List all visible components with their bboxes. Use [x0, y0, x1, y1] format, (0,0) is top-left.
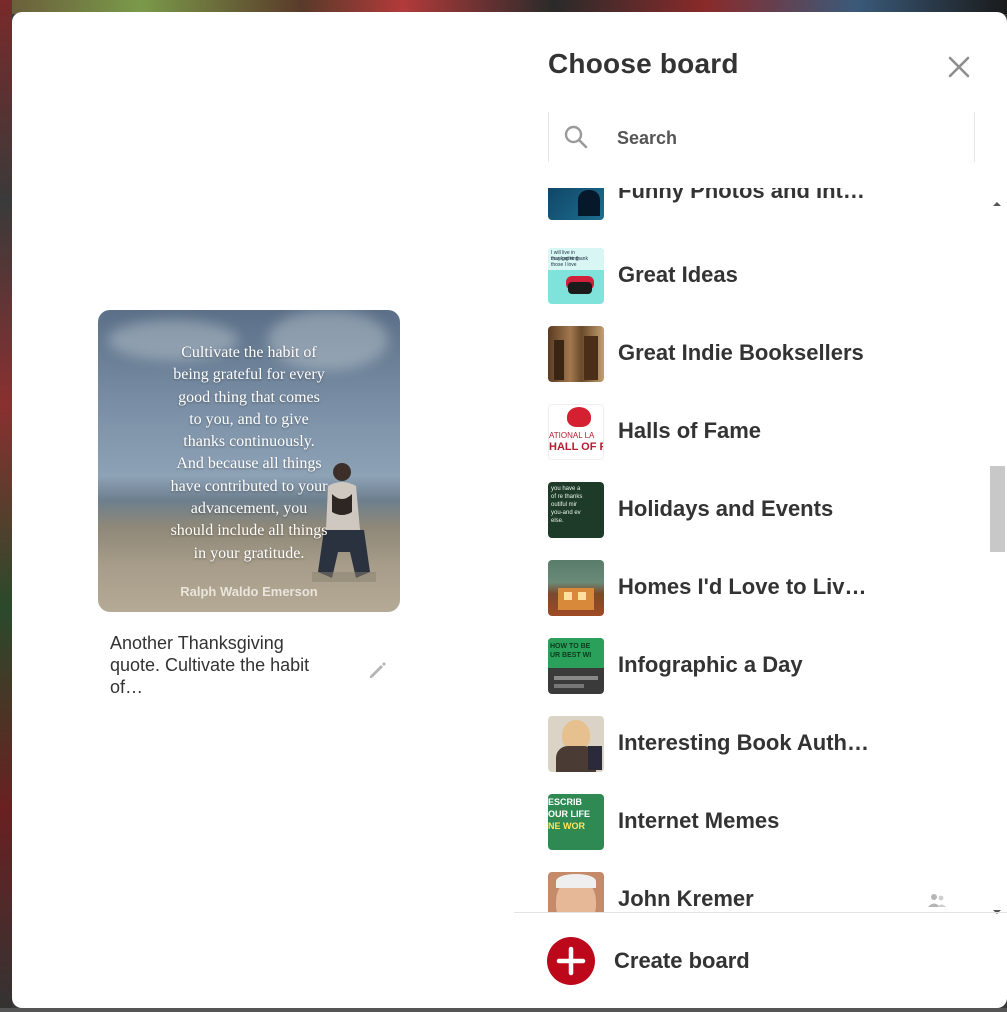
- board-name: Internet Memes: [618, 808, 780, 833]
- scroll-thumb[interactable]: [990, 466, 1005, 552]
- board-thumbnail: ATIONAL LA HALL OF F: [548, 404, 604, 460]
- board-list-scrollbar[interactable]: [988, 196, 1006, 920]
- board-item[interactable]: ATIONAL LA HALL OF F Halls of Fame: [548, 404, 968, 460]
- create-board-button[interactable]: Create board: [546, 936, 846, 988]
- board-name: Great Ideas: [618, 262, 738, 287]
- pin-image: Cultivate the habit of being grateful fo…: [98, 310, 400, 612]
- board-name: Homes I'd Love to Liv…: [618, 574, 867, 599]
- board-item[interactable]: I will live in thanksgiving may get to t…: [548, 248, 968, 304]
- search-input[interactable]: [615, 124, 949, 152]
- board-thumbnail: [548, 326, 604, 382]
- board-name: Great Indie Booksellers: [618, 340, 864, 365]
- board-thumbnail: you have a of re thanks outiful mir you-…: [548, 482, 604, 538]
- board-item[interactable]: HOW TO BE UR BEST WI Infographic a Day: [548, 638, 968, 694]
- board-name: Halls of Fame: [618, 418, 762, 443]
- background-left-edge: [0, 0, 12, 1012]
- footer-divider: [514, 912, 1007, 913]
- board-thumbnail: [548, 188, 604, 220]
- board-name: Holidays and Events: [618, 496, 834, 521]
- choose-board-dialog: Cultivate the habit of being grateful fo…: [12, 12, 1007, 1008]
- board-thumbnail: I will live in thanksgiving may get to t…: [548, 248, 604, 304]
- dialog-title: Choose board: [548, 48, 739, 79]
- board-name: Infographic a Day: [618, 652, 803, 677]
- board-thumbnail: ESCRIB OUR LIFE NE WOR: [548, 794, 604, 850]
- background-bottom-edge: [0, 1008, 1007, 1012]
- board-item[interactable]: ESCRIB OUR LIFE NE WOR Internet Memes: [548, 794, 968, 850]
- pin-description[interactable]: Another Thanksgiving quote. Cultivate th…: [110, 632, 350, 698]
- board-item[interactable]: Homes I'd Love to Liv…: [548, 560, 968, 616]
- board-thumbnail: HOW TO BE UR BEST WI: [548, 638, 604, 694]
- board-name: John Kremer: [618, 886, 754, 911]
- board-item[interactable]: you have a of re thanks outiful mir you-…: [548, 482, 968, 538]
- board-item[interactable]: Great Indie Booksellers: [548, 326, 968, 382]
- board-item[interactable]: Interesting Book Auth…: [548, 716, 968, 772]
- plus-circle-icon: [547, 937, 595, 985]
- search-box: [548, 112, 975, 162]
- board-item[interactable]: John Kremer: [548, 872, 968, 912]
- board-thumbnail: [548, 560, 604, 616]
- board-thumbnail: [548, 716, 604, 772]
- board-name: Funny Photos and Int…: [618, 188, 865, 203]
- search-icon: [564, 125, 588, 149]
- board-thumbnail: [548, 872, 604, 912]
- board-item[interactable]: Funny Photos and Int…: [548, 188, 968, 220]
- scroll-up-arrow-icon[interactable]: [988, 196, 1006, 212]
- collaborators-icon: [928, 894, 946, 907]
- pencil-icon[interactable]: [366, 658, 390, 682]
- board-list[interactable]: Funny Photos and Int… I will live in tha…: [548, 188, 994, 912]
- close-icon[interactable]: [944, 52, 974, 82]
- pin-author: Ralph Waldo Emerson: [180, 584, 318, 599]
- create-board-label: Create board: [614, 948, 750, 973]
- pin-quote-text: Cultivate the habit of being grateful fo…: [170, 344, 328, 562]
- board-name: Interesting Book Auth…: [618, 730, 869, 755]
